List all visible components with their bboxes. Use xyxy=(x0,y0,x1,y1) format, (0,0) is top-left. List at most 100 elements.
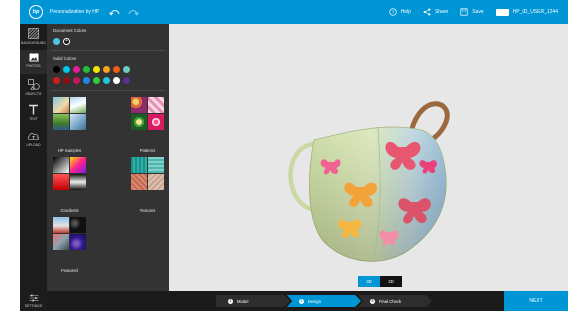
add-color-button[interactable]: + xyxy=(63,38,70,45)
featured-thumb xyxy=(53,234,69,250)
rail-item-text[interactable]: TEXT xyxy=(20,104,47,126)
panel-divider xyxy=(51,50,165,51)
image-icon xyxy=(29,53,38,62)
undo-icon[interactable] xyxy=(109,8,121,16)
face-mask-render xyxy=(288,101,450,262)
progress-steps: 1 Model 2 Design 3 Final Check xyxy=(216,295,432,307)
save-button[interactable]: Save xyxy=(460,8,484,16)
sample-thumb xyxy=(53,114,69,130)
rail-item-background[interactable]: BACKGROUND xyxy=(20,26,47,48)
solid-color-swatch[interactable] xyxy=(53,77,60,84)
text-t-icon xyxy=(29,104,38,115)
gradient-thumb xyxy=(70,157,86,173)
rail-item-upload[interactable]: UPLOAD xyxy=(20,131,47,153)
app-title: Personalization by HP xyxy=(50,9,100,15)
save-icon xyxy=(460,8,468,16)
plus-icon: + xyxy=(65,38,68,44)
user-card-icon xyxy=(495,8,509,16)
settings-sliders-icon xyxy=(29,294,38,302)
design-panel: Document Colors + Solid Colors HP Sample… xyxy=(47,24,169,291)
settings-button[interactable]: SETTINGS xyxy=(20,291,47,311)
solid-color-swatch[interactable] xyxy=(103,77,110,84)
face-mask-3d-preview[interactable] xyxy=(286,92,456,272)
design-canvas[interactable]: 3D 2D xyxy=(169,24,568,291)
label-hp-samples: HP Samples xyxy=(57,148,82,153)
solid-color-swatch[interactable] xyxy=(103,66,110,73)
next-button[interactable]: NEXT xyxy=(504,291,568,311)
redo-icon[interactable] xyxy=(127,8,140,16)
solid-colors-title: Solid Colors xyxy=(53,56,77,61)
help-button[interactable]: ? Help xyxy=(388,8,411,16)
category-patterns[interactable] xyxy=(131,97,164,130)
rail-label-background: BACKGROUND xyxy=(21,41,46,45)
cloud-upload-icon xyxy=(27,133,40,140)
view-2d-button[interactable]: 2D xyxy=(380,276,402,287)
help-label: Help xyxy=(400,9,411,15)
solid-color-swatch[interactable] xyxy=(63,66,70,73)
solid-color-swatch[interactable] xyxy=(93,66,100,73)
user-label: HP_ID_USER_1244 xyxy=(512,9,558,15)
gradient-thumb xyxy=(53,174,69,190)
rail-item-objects[interactable]: OBJECTS xyxy=(20,79,47,101)
label-patterns: Patterns xyxy=(139,148,156,153)
solid-color-swatch[interactable] xyxy=(73,66,80,73)
solid-color-swatch[interactable] xyxy=(113,66,120,73)
solid-color-swatch[interactable] xyxy=(123,66,130,73)
document-color-swatch[interactable] xyxy=(53,38,60,45)
pattern-thumb xyxy=(131,114,147,130)
sample-thumb xyxy=(53,97,69,113)
texture-thumb xyxy=(148,174,164,190)
label-gradients: Gradients xyxy=(60,208,79,213)
step-label: Final Check xyxy=(379,298,402,304)
solid-color-swatch[interactable] xyxy=(53,66,60,73)
panel-divider xyxy=(51,90,165,91)
solid-color-swatch[interactable] xyxy=(63,77,70,84)
label-featured: Featured xyxy=(61,268,78,273)
save-label: Save xyxy=(472,9,484,15)
rail-item-photos[interactable]: PHOTOS xyxy=(20,50,47,74)
view-toggle: 3D 2D xyxy=(358,276,402,287)
pattern-thumb xyxy=(148,114,164,130)
category-hp-samples[interactable] xyxy=(53,97,86,130)
texture-thumb xyxy=(148,157,164,173)
rail-label-objects: OBJECTS xyxy=(25,92,42,96)
tool-rail: BACKGROUND PHOTOS OBJECTS TEXT UPLOAD xyxy=(20,24,47,311)
help-icon: ? xyxy=(388,8,397,16)
solid-color-swatch[interactable] xyxy=(113,77,120,84)
step-model[interactable]: 1 Model xyxy=(216,295,290,307)
bottom-bar: SETTINGS 1 Model 2 Design 3 Final Check … xyxy=(20,291,568,311)
app-window: hp Personalization by HP ? Help Share Sa… xyxy=(20,0,568,311)
rail-label-text: TEXT xyxy=(29,117,38,121)
step-final-check[interactable]: 3 Final Check xyxy=(358,295,432,307)
logo-text: hp xyxy=(32,9,40,15)
category-featured[interactable] xyxy=(53,217,86,250)
objects-icon xyxy=(27,79,40,90)
user-menu[interactable]: HP_ID_USER_1244 xyxy=(495,8,558,16)
view-3d-button[interactable]: 3D xyxy=(358,276,380,287)
sample-thumb xyxy=(70,97,86,113)
category-gradients[interactable] xyxy=(53,157,86,190)
featured-thumb xyxy=(53,217,69,233)
step-label: Model xyxy=(237,298,249,304)
texture-thumb xyxy=(131,174,147,190)
settings-label: SETTINGS xyxy=(24,304,43,308)
pattern-thumb xyxy=(131,97,147,113)
solid-color-swatch[interactable] xyxy=(83,77,90,84)
gradient-thumb xyxy=(70,174,86,190)
solid-color-swatch[interactable] xyxy=(83,66,90,73)
share-button[interactable]: Share xyxy=(423,8,448,16)
gradient-thumb xyxy=(53,157,69,173)
category-textures[interactable] xyxy=(131,157,164,190)
sample-thumb xyxy=(70,114,86,130)
solid-color-swatch[interactable] xyxy=(73,77,80,84)
rail-label-upload: UPLOAD xyxy=(26,143,41,147)
step-design[interactable]: 2 Design xyxy=(287,295,361,307)
solid-color-swatch[interactable] xyxy=(93,77,100,84)
solid-color-swatch[interactable] xyxy=(123,77,130,84)
step-label: Design xyxy=(308,298,322,304)
top-actions: ? Help Share Save HP_ID_USER_1244 xyxy=(388,0,558,24)
featured-thumb xyxy=(70,234,86,250)
step-number: 2 xyxy=(299,298,304,304)
step-number: 1 xyxy=(228,298,233,304)
label-textures: Textures xyxy=(139,208,156,213)
